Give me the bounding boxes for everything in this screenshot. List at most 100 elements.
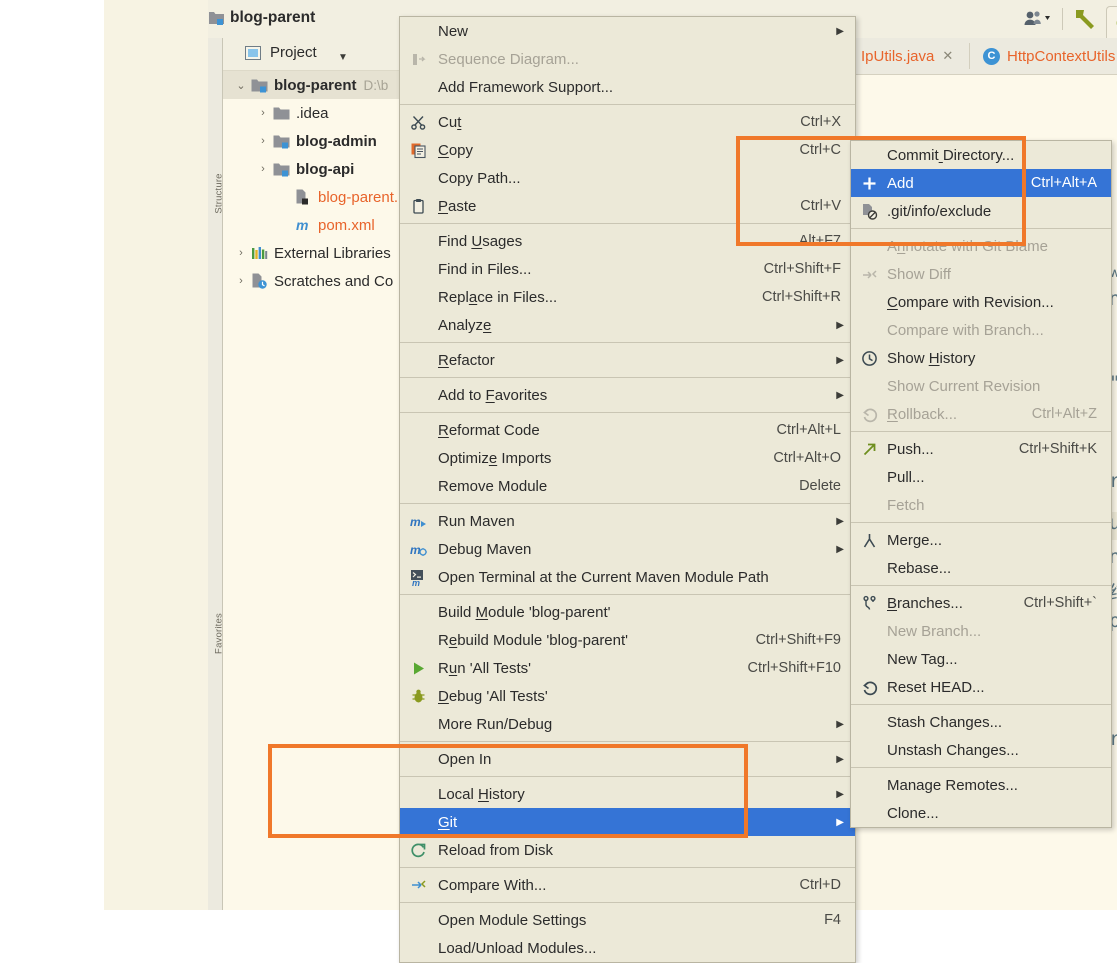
tree-twisty-icon[interactable]: ›	[255, 127, 271, 155]
left-tool-strip[interactable]: Structure Favorites	[208, 38, 223, 910]
git-item-branches[interactable]: Branches...Ctrl+Shift+`	[851, 589, 1111, 617]
tree-twisty-icon[interactable]: ›	[233, 239, 249, 267]
menu-item-run-all-tests[interactable]: Run 'All Tests'Ctrl+Shift+F10	[400, 654, 855, 682]
git-submenu[interactable]: Commit Directory...AddCtrl+Alt+A.git/inf…	[850, 140, 1112, 828]
menu-item-debug-maven[interactable]: mDebug Maven▶	[400, 535, 855, 563]
toolbar-separator	[1062, 8, 1063, 30]
git-item-clone[interactable]: Clone...	[851, 799, 1111, 827]
menu-item-compare-with[interactable]: Compare With...Ctrl+D	[400, 871, 855, 899]
no-icon	[408, 472, 428, 500]
menu-shortcut: Ctrl+X	[800, 108, 841, 136]
git-item-show-diff[interactable]: Show Diff	[851, 260, 1111, 288]
menu-separator	[400, 503, 855, 504]
menu-separator	[851, 704, 1111, 705]
debug-bug-icon	[408, 682, 428, 710]
menu-item-paste[interactable]: PasteCtrl+V	[400, 192, 855, 220]
menu-item-open-terminal-at-the-current-maven-module-path[interactable]: mOpen Terminal at the Current Maven Modu…	[400, 563, 855, 591]
menu-item-label: Open Terminal at the Current Maven Modul…	[438, 569, 769, 586]
git-item-reset-head[interactable]: Reset HEAD...	[851, 673, 1111, 701]
git-item-unstash-changes[interactable]: Unstash Changes...	[851, 736, 1111, 764]
menu-item-remove-module[interactable]: Remove ModuleDelete	[400, 472, 855, 500]
submenu-arrow-icon: ▶	[836, 381, 844, 409]
menu-item-label: Clone...	[887, 805, 939, 822]
build-hammer-icon[interactable]	[1072, 6, 1098, 32]
git-item-manage-remotes[interactable]: Manage Remotes...	[851, 771, 1111, 799]
menu-separator	[400, 867, 855, 868]
git-item-show-current-revision[interactable]: Show Current Revision	[851, 372, 1111, 400]
menu-shortcut: Ctrl+Alt+O	[773, 444, 841, 472]
project-panel-label[interactable]: Project	[270, 44, 317, 61]
menu-item-debug-all-tests[interactable]: Debug 'All Tests'	[400, 682, 855, 710]
git-item-stash-changes[interactable]: Stash Changes...	[851, 708, 1111, 736]
close-icon[interactable]: ✕	[942, 48, 953, 64]
tree-twisty-icon[interactable]: ›	[255, 99, 271, 127]
git-item-commit-directory[interactable]: Commit Directory...	[851, 141, 1111, 169]
submenu-arrow-icon: ▶	[836, 311, 844, 339]
menu-item-open-in[interactable]: Open In▶	[400, 745, 855, 773]
menu-item-find-usages[interactable]: Find UsagesAlt+F7	[400, 227, 855, 255]
menu-item-open-module-settings[interactable]: Open Module SettingsF4	[400, 906, 855, 934]
menu-item-more-run-debug[interactable]: More Run/Debug▶	[400, 710, 855, 738]
menu-item-copy[interactable]: CopyCtrl+C	[400, 136, 855, 164]
chevron-down-icon[interactable]: ▼	[338, 52, 348, 63]
push-arrow-icon	[859, 435, 879, 463]
git-item-merge[interactable]: Merge...	[851, 526, 1111, 554]
menu-separator	[400, 902, 855, 903]
ide-window: blog-parent Structure Favorites	[104, 0, 1030, 910]
git-item-annotate-with-git-blame[interactable]: Annotate with Git Blame	[851, 232, 1111, 260]
module-icon	[209, 11, 224, 25]
git-item-show-history[interactable]: Show History	[851, 344, 1111, 372]
menu-item-git[interactable]: Git▶	[400, 808, 855, 836]
git-item-git-info-exclude[interactable]: .git/info/exclude	[851, 197, 1111, 225]
tree-twisty-icon[interactable]: ⌄	[233, 71, 249, 99]
no-icon	[859, 554, 879, 582]
tree-twisty-icon[interactable]: ›	[255, 155, 271, 183]
run-config-icon[interactable]	[1106, 6, 1117, 39]
menu-item-replace-in-files[interactable]: Replace in Files...Ctrl+Shift+R	[400, 283, 855, 311]
menu-item-build-module-blog-parent[interactable]: Build Module 'blog-parent'	[400, 598, 855, 626]
menu-item-sequence-diagram[interactable]: Sequence Diagram...	[400, 45, 855, 73]
git-item-fetch[interactable]: Fetch	[851, 491, 1111, 519]
tree-twisty-icon[interactable]	[277, 211, 293, 239]
scratches-icon	[251, 273, 268, 289]
menu-item-optimize-imports[interactable]: Optimize ImportsCtrl+Alt+O	[400, 444, 855, 472]
git-item-compare-with-revision[interactable]: Compare with Revision...	[851, 288, 1111, 316]
menu-item-find-in-files[interactable]: Find in Files...Ctrl+Shift+F	[400, 255, 855, 283]
tree-item-label: blog-parent	[274, 77, 357, 94]
tree-twisty-icon[interactable]: ›	[233, 267, 249, 295]
menu-item-add-framework-support[interactable]: Add Framework Support...	[400, 73, 855, 101]
menu-item-copy-path[interactable]: Copy Path...	[400, 164, 855, 192]
git-item-rollback[interactable]: Rollback...Ctrl+Alt+Z	[851, 400, 1111, 428]
menu-shortcut: Ctrl+Alt+Z	[1032, 400, 1097, 428]
editor-tab-httpcontextutils[interactable]: C HttpContextUtils	[983, 38, 1115, 74]
git-item-rebase[interactable]: Rebase...	[851, 554, 1111, 582]
menu-item-rebuild-module-blog-parent[interactable]: Rebuild Module 'blog-parent'Ctrl+Shift+F…	[400, 626, 855, 654]
menu-item-refactor[interactable]: Refactor▶	[400, 346, 855, 374]
menu-item-label: Add Framework Support...	[438, 79, 613, 96]
menu-item-cut[interactable]: CutCtrl+X	[400, 108, 855, 136]
git-item-compare-with-branch[interactable]: Compare with Branch...	[851, 316, 1111, 344]
editor-tab-iputils[interactable]: IpUtils.java ✕	[861, 38, 953, 74]
menu-item-new[interactable]: New▶	[400, 17, 855, 45]
menu-item-add-to-favorites[interactable]: Add to Favorites▶	[400, 381, 855, 409]
plus-icon	[859, 169, 879, 197]
project-context-menu[interactable]: New▶Sequence Diagram... Add Framework Sup…	[399, 16, 856, 963]
menu-shortcut: Ctrl+C	[800, 136, 842, 164]
tree-item-label: pom.xml	[318, 217, 375, 234]
menu-item-reformat-code[interactable]: Reformat CodeCtrl+Alt+L	[400, 416, 855, 444]
tree-twisty-icon[interactable]	[277, 183, 293, 211]
menu-item-label: Debug Maven	[438, 541, 531, 558]
menu-item-reload-from-disk[interactable]: Reload from Disk	[400, 836, 855, 864]
menu-item-analyze[interactable]: Analyze▶	[400, 311, 855, 339]
git-item-new-branch[interactable]: New Branch...	[851, 617, 1111, 645]
git-item-add[interactable]: AddCtrl+Alt+A	[851, 169, 1111, 197]
git-item-pull[interactable]: Pull...	[851, 463, 1111, 491]
git-item-new-tag[interactable]: New Tag...	[851, 645, 1111, 673]
no-icon	[408, 346, 428, 374]
menu-item-local-history[interactable]: Local History▶	[400, 780, 855, 808]
menu-item-run-maven[interactable]: mRun Maven▶	[400, 507, 855, 535]
menu-item-load-unload-modules[interactable]: Load/Unload Modules...	[400, 934, 855, 962]
git-item-push[interactable]: Push...Ctrl+Shift+K	[851, 435, 1111, 463]
user-dropdown-icon[interactable]	[1022, 8, 1056, 30]
menu-item-label: Compare With...	[438, 877, 546, 894]
